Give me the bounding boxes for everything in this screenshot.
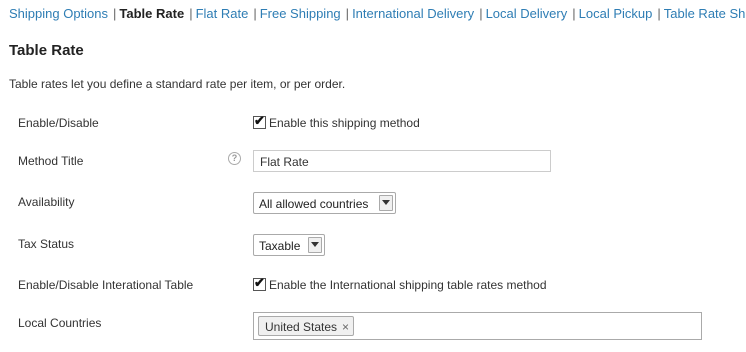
tax-status-label: Tax Status bbox=[18, 237, 75, 251]
dropdown-button[interactable] bbox=[308, 237, 322, 253]
chevron-down-icon bbox=[382, 200, 390, 205]
question-circle-icon[interactable]: ? bbox=[228, 152, 241, 165]
subnav-local-pickup[interactable]: Local Pickup bbox=[579, 6, 653, 21]
subnav-flat-rate[interactable]: Flat Rate bbox=[196, 6, 249, 21]
checkmark-icon: ✔ bbox=[254, 113, 265, 128]
international-method-checkbox-label: Enable the International shipping table … bbox=[269, 278, 547, 292]
local-countries-label: Local Countries bbox=[18, 316, 102, 330]
chevron-down-icon bbox=[311, 242, 319, 247]
enable-method-checkbox[interactable]: ✔ bbox=[253, 113, 266, 129]
subnav-international-delivery[interactable]: International Delivery bbox=[352, 6, 474, 21]
dropdown-button[interactable] bbox=[379, 195, 393, 211]
local-countries-multiselect[interactable]: United States × bbox=[253, 312, 702, 340]
subnav-separator: | bbox=[572, 6, 576, 21]
international-method-field[interactable]: ✔ Enable the International shipping table… bbox=[253, 275, 547, 292]
availability-select[interactable]: All allowed countries bbox=[253, 192, 396, 214]
international-table-label: Enable/Disable Interational Table bbox=[18, 278, 194, 292]
country-token: United States × bbox=[258, 316, 355, 336]
shipping-subnav: Shipping Options | Table Rate | Flat Rate | Fr… bbox=[9, 6, 746, 21]
tax-status-selected-value: Taxable bbox=[259, 239, 301, 253]
subnav-separator: | bbox=[113, 6, 117, 21]
enable-method-field[interactable]: ✔ Enable this shipping method bbox=[253, 113, 420, 130]
checkmark-icon: ✔ bbox=[254, 275, 265, 290]
subnav-separator: | bbox=[253, 6, 257, 21]
subnav-table-rate-current: Table Rate bbox=[119, 6, 185, 21]
remove-token-icon[interactable]: × bbox=[342, 320, 349, 334]
method-title-label: Method Title bbox=[18, 154, 84, 168]
subnav-shipping-options[interactable]: Shipping Options bbox=[9, 6, 108, 21]
international-method-checkbox[interactable]: ✔ bbox=[253, 275, 266, 291]
section-description: Table rates let you define a standard ra… bbox=[9, 77, 346, 91]
method-title-input[interactable]: Flat Rate bbox=[253, 150, 551, 172]
subnav-separator: | bbox=[189, 6, 193, 21]
enable-method-checkbox-label: Enable this shipping method bbox=[269, 116, 420, 130]
subnav-table-rate-shipping[interactable]: Table Rate Shipping bbox=[664, 6, 746, 21]
subnav-separator: | bbox=[657, 6, 661, 21]
availability-label: Availability bbox=[18, 195, 75, 209]
subnav-free-shipping[interactable]: Free Shipping bbox=[260, 6, 341, 21]
tax-status-select[interactable]: Taxable bbox=[253, 234, 325, 256]
subnav-separator: | bbox=[479, 6, 483, 21]
enable-disable-label: Enable/Disable bbox=[18, 116, 99, 130]
country-token-label: United States bbox=[265, 320, 338, 334]
section-title: Table Rate bbox=[9, 42, 84, 59]
subnav-separator: | bbox=[345, 6, 350, 21]
availability-selected-value: All allowed countries bbox=[259, 197, 369, 211]
subnav-local-delivery[interactable]: Local Delivery bbox=[486, 6, 568, 21]
